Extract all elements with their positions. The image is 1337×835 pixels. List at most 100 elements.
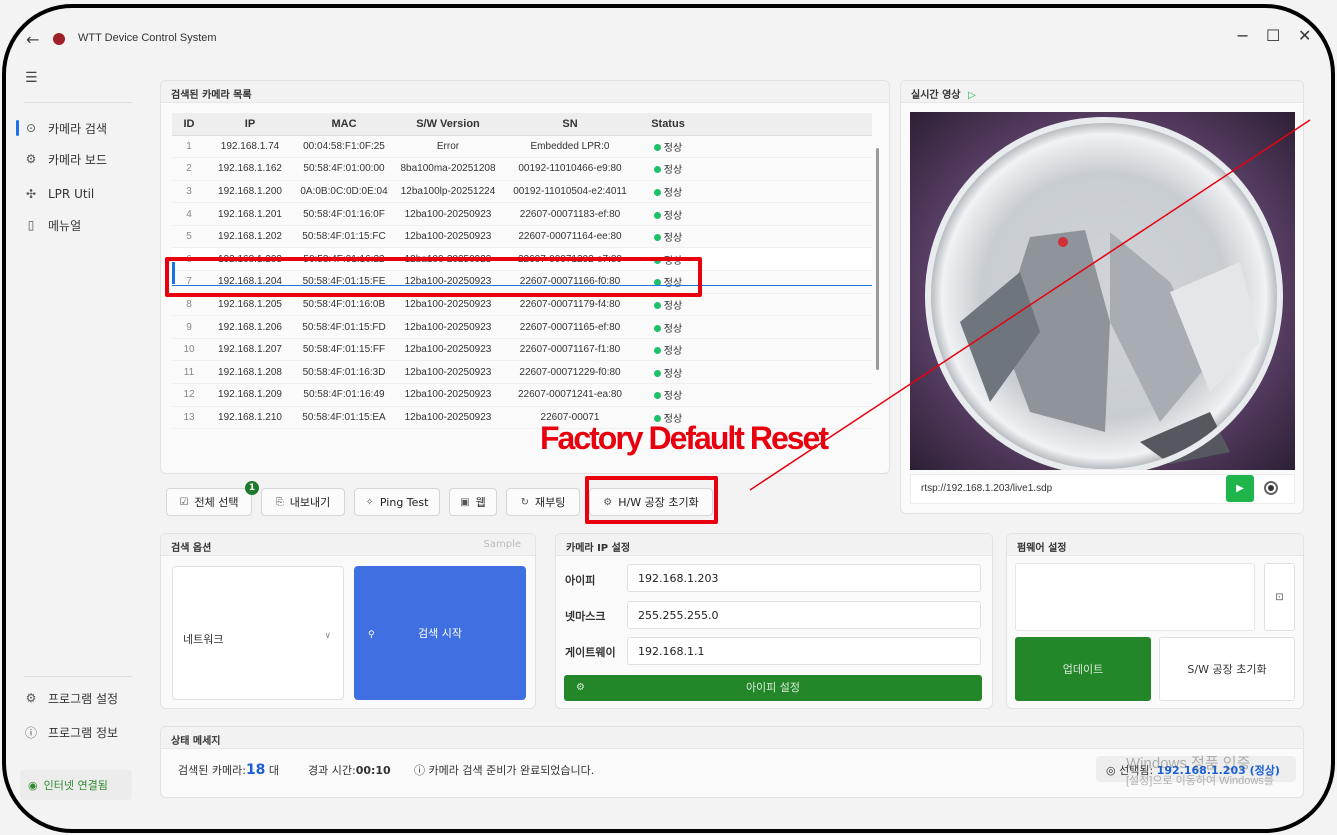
network-select[interactable]: 네트워크 ∨: [172, 566, 344, 700]
table-row[interactable]: 8 192.168.1.205 50:58:4F:01:16:0B 12ba100-2…: [172, 293, 872, 317]
table-row[interactable]: 1 192.168.1.74 00:04:58:F1:0F:25 Error Embed…: [172, 135, 872, 159]
table-row[interactable]: 12 192.168.1.209 50:58:4F:01:16:49 12ba100-…: [172, 383, 872, 407]
table-cell: 192.168.1.202: [206, 225, 294, 249]
app-logo-icon: [53, 33, 65, 45]
column-header[interactable]: SN: [502, 113, 638, 136]
table-cell: 192.168.1.203: [206, 247, 294, 272]
table-cell: 22607-00071166-f0:80: [502, 270, 638, 294]
hw-factory-reset-label: H/W 공장 초기화: [618, 496, 699, 509]
table-cell: 9: [172, 315, 206, 339]
table-row[interactable]: 3 192.168.1.200 0A:0B:0C:0D:0E:04 12ba100lp…: [172, 180, 872, 204]
table-row[interactable]: 6 192.168.1.203 50:58:4F:01:16:22 12ba100-2…: [172, 247, 872, 272]
sidebar-item-program-settings[interactable]: ⚙ 프로그램 설정: [20, 684, 135, 712]
sidebar-item-label: 프로그램 설정: [48, 691, 119, 706]
elapsed-status: 경과 시간:00:10: [308, 762, 391, 778]
table-cell: 12ba100-20250923: [394, 225, 502, 249]
table-row[interactable]: 11 192.168.1.208 50:58:4F:01:16:3D 12ba100-…: [172, 360, 872, 385]
record-button[interactable]: [1264, 481, 1278, 495]
windows-activation-hint: [설정]으로 이동하여 Windows를: [1126, 775, 1274, 787]
table-row[interactable]: 7 192.168.1.204 50:58:4F:01:15:FE 12ba100-2…: [172, 270, 872, 294]
table-cell: 7: [172, 270, 206, 294]
sidebar-item-label: 카메라 검색: [48, 121, 108, 136]
table-row[interactable]: 9 192.168.1.206 50:58:4F:01:15:FD 12ba100-2…: [172, 315, 872, 339]
table-cell: 192.168.1.206: [206, 315, 294, 339]
sidebar-item-camera-board[interactable]: ⚙ 카메라 보드: [20, 145, 135, 173]
ip-field[interactable]: 192.168.1.203: [627, 564, 981, 592]
ping-test-label: Ping Test: [379, 495, 429, 509]
column-header[interactable]: S/W Version: [394, 113, 502, 136]
table-cell-filler: [698, 315, 872, 339]
table-cell: 192.168.1.74: [206, 135, 294, 159]
web-button[interactable]: ▣ 웹: [449, 488, 497, 516]
found-unit: 대: [268, 764, 280, 777]
column-header[interactable]: Status: [638, 113, 698, 136]
table-cell: 8: [172, 293, 206, 317]
table-cell: Embedded LPR:0: [502, 135, 638, 159]
table-cell: 50:58:4F:01:15:FE: [294, 270, 394, 294]
sidebar-item-manual[interactable]: ▯ 메뉴얼: [20, 211, 135, 239]
status-text: 정상: [663, 142, 683, 154]
apply-ip-button[interactable]: ⚙ 아이피 설정: [564, 675, 982, 701]
netmask-field[interactable]: 255.255.255.0: [627, 601, 981, 629]
ping-test-button[interactable]: ✧ Ping Test: [354, 488, 440, 516]
network-status: ◉ 인터넷 연결됨: [20, 770, 132, 800]
status-cell: 정상: [638, 225, 698, 249]
play-icon[interactable]: ▷: [968, 90, 976, 101]
table-cell: 50:58:4F:01:00:00: [294, 157, 394, 181]
sidebar-item-lpr-util[interactable]: ✣ LPR Util: [20, 180, 135, 208]
gear-icon: ⚙: [25, 691, 37, 705]
sidebar-item-camera-search[interactable]: ⊙ 카메라 검색: [16, 114, 135, 142]
table-row[interactable]: 2 192.168.1.162 50:58:4F:01:00:00 8ba100ma-…: [172, 157, 872, 181]
table-cell: 22607-00071183-ef:80: [502, 202, 638, 226]
status-cell: 정상: [638, 360, 698, 385]
live-video-title: 실시간 영상: [911, 90, 961, 101]
menu-icon[interactable]: ☰: [25, 70, 38, 86]
play-stream-button[interactable]: ▶: [1226, 475, 1254, 502]
close-button[interactable]: ✕: [1298, 26, 1311, 45]
table-row[interactable]: 4 192.168.1.201 50:58:4F:01:16:0F 12ba100-2…: [172, 202, 872, 226]
selected-row-underline: [172, 285, 872, 286]
table-row[interactable]: 5 192.168.1.202 50:58:4F:01:15:FC 12ba100-2…: [172, 225, 872, 249]
firmware-file-box[interactable]: [1015, 563, 1255, 631]
table-cell-filler: [698, 135, 872, 159]
search-options-title: 검색 옵션: [171, 543, 212, 554]
table-cell: 50:58:4F:01:16:22: [294, 247, 394, 272]
table-cell: 12ba100-20250923: [394, 406, 502, 430]
status-cell: 정상: [638, 247, 698, 272]
start-search-button[interactable]: ⚲ 검색 시작: [354, 566, 526, 700]
gateway-field[interactable]: 192.168.1.1: [627, 637, 981, 665]
found-camera-status: 검색된 카메라:18 대: [178, 762, 279, 778]
table-row[interactable]: 10 192.168.1.207 50:58:4F:01:15:FF 12ba100-…: [172, 338, 872, 362]
export-icon: ⎘: [275, 496, 284, 508]
sidebar-item-program-info[interactable]: ⓘ 프로그램 정보: [20, 718, 135, 746]
export-button[interactable]: ⎘ 내보내기: [261, 488, 345, 516]
start-search-label: 검색 시작: [418, 627, 462, 640]
table-cell: 192.168.1.210: [206, 406, 294, 430]
selected-row-indicator: [172, 262, 175, 284]
reboot-button[interactable]: ↻ 재부팅: [506, 488, 580, 516]
hw-factory-reset-button[interactable]: ⚙ H/W 공장 초기화: [589, 488, 713, 516]
fisheye-image: [910, 112, 1295, 470]
gear-icon: ⚙: [576, 682, 585, 693]
minimize-button[interactable]: −: [1236, 26, 1249, 45]
ping-icon: ✧: [365, 496, 374, 508]
sidebar-item-label: 카메라 보드: [48, 152, 108, 167]
column-header-filler: [698, 113, 872, 136]
sw-factory-reset-button[interactable]: S/W 공장 초기화: [1159, 637, 1295, 701]
firmware-title: 펌웨어 설정: [1007, 534, 1303, 556]
select-all-button[interactable]: ☑ 전체 선택: [166, 488, 252, 516]
table-cell: 12ba100-20250923: [394, 360, 502, 385]
column-header[interactable]: ID: [172, 113, 206, 136]
selection-count-badge: 1: [245, 481, 259, 495]
checkbox-icon: ☑: [179, 496, 189, 508]
column-header[interactable]: IP: [206, 113, 294, 136]
table-cell: 22607-00071167-f1:80: [502, 338, 638, 362]
column-header[interactable]: MAC: [294, 113, 394, 136]
folder-icon[interactable]: ⊡: [1264, 563, 1295, 631]
back-arrow-icon[interactable]: ←: [26, 30, 39, 49]
firmware-update-button[interactable]: 업데이트: [1015, 637, 1151, 701]
maximize-button[interactable]: ☐: [1266, 26, 1280, 45]
status-ok-icon: [653, 324, 661, 332]
camera-table: ID IP MAC S/W Version SN Status 1 192.168…: [172, 113, 872, 430]
table-scrollbar[interactable]: [876, 148, 879, 370]
